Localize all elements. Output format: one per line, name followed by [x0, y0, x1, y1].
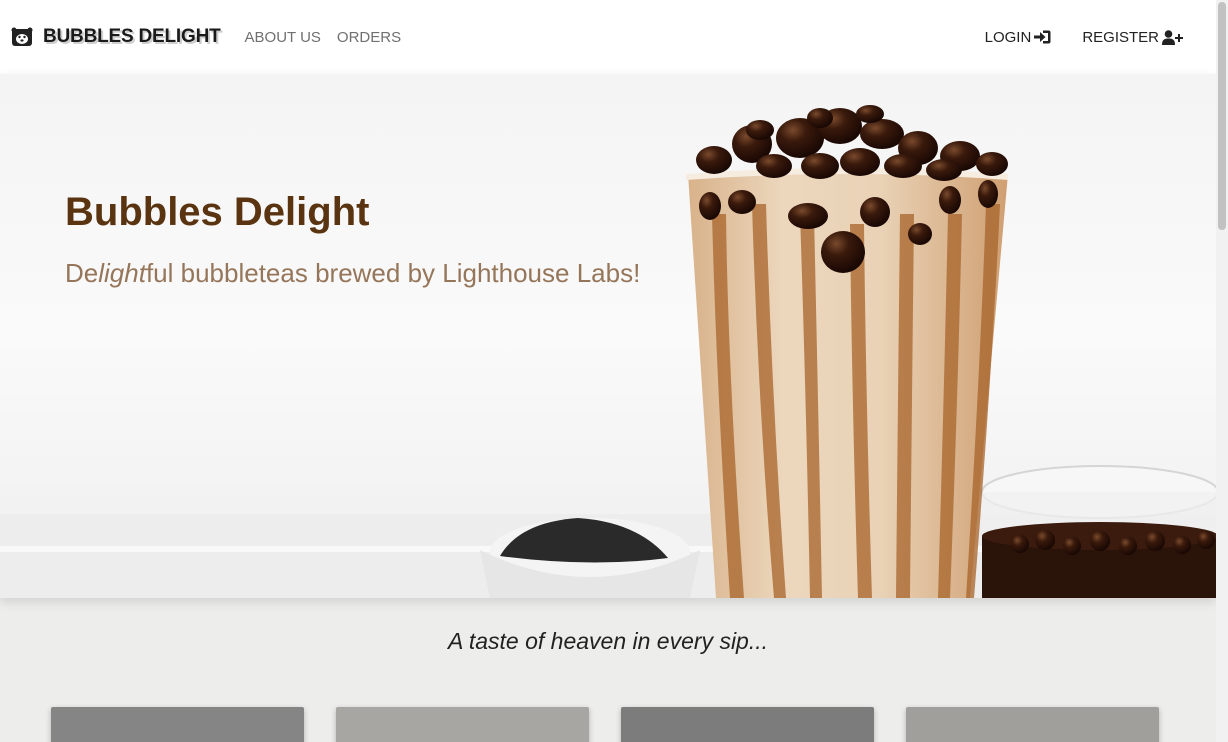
product-card-4[interactable] — [906, 707, 1159, 742]
login-link[interactable]: LOGIN — [985, 29, 1052, 46]
hero-subtitle: Delightful bubbleteas brewed by Lighthou… — [65, 258, 640, 289]
hero-subtitle-suffix: ful bubbleteas brewed by Lighthouse Labs… — [145, 258, 641, 288]
product-card-2[interactable] — [336, 707, 589, 742]
sign-in-icon — [1034, 30, 1051, 44]
bear-icon — [11, 27, 33, 46]
hero-banner: Bubbles Delight Delightful bubbleteas br… — [0, 74, 1216, 598]
register-label: REGISTER — [1082, 28, 1159, 46]
product-card-1[interactable] — [51, 707, 304, 742]
navbar: BUBBLES DELIGHT ABOUT US ORDERS LOGIN RE… — [0, 0, 1216, 74]
brand-logo-link[interactable]: BUBBLES DELIGHT — [11, 26, 221, 48]
brand-name: BUBBLES DELIGHT — [43, 26, 221, 47]
hero-subtitle-italic: light — [98, 258, 146, 288]
hero-subtitle-prefix: De — [65, 258, 99, 288]
tagline: A taste of heaven in every sip... — [447, 628, 769, 654]
login-label: LOGIN — [984, 28, 1032, 46]
nav-orders[interactable]: ORDERS — [337, 29, 401, 46]
scrollbar-thumb[interactable] — [1218, 2, 1226, 230]
page-scrollbar[interactable] — [1216, 0, 1228, 742]
auth-links: LOGIN REGISTER — [985, 29, 1183, 46]
user-plus-icon — [1162, 29, 1183, 45]
product-card-3[interactable] — [621, 707, 874, 742]
nav-about-us[interactable]: ABOUT US — [245, 29, 321, 46]
bubble-tea-image — [0, 105, 1216, 598]
hero-title: Bubbles Delight — [65, 190, 370, 234]
register-link[interactable]: REGISTER — [1082, 29, 1183, 46]
